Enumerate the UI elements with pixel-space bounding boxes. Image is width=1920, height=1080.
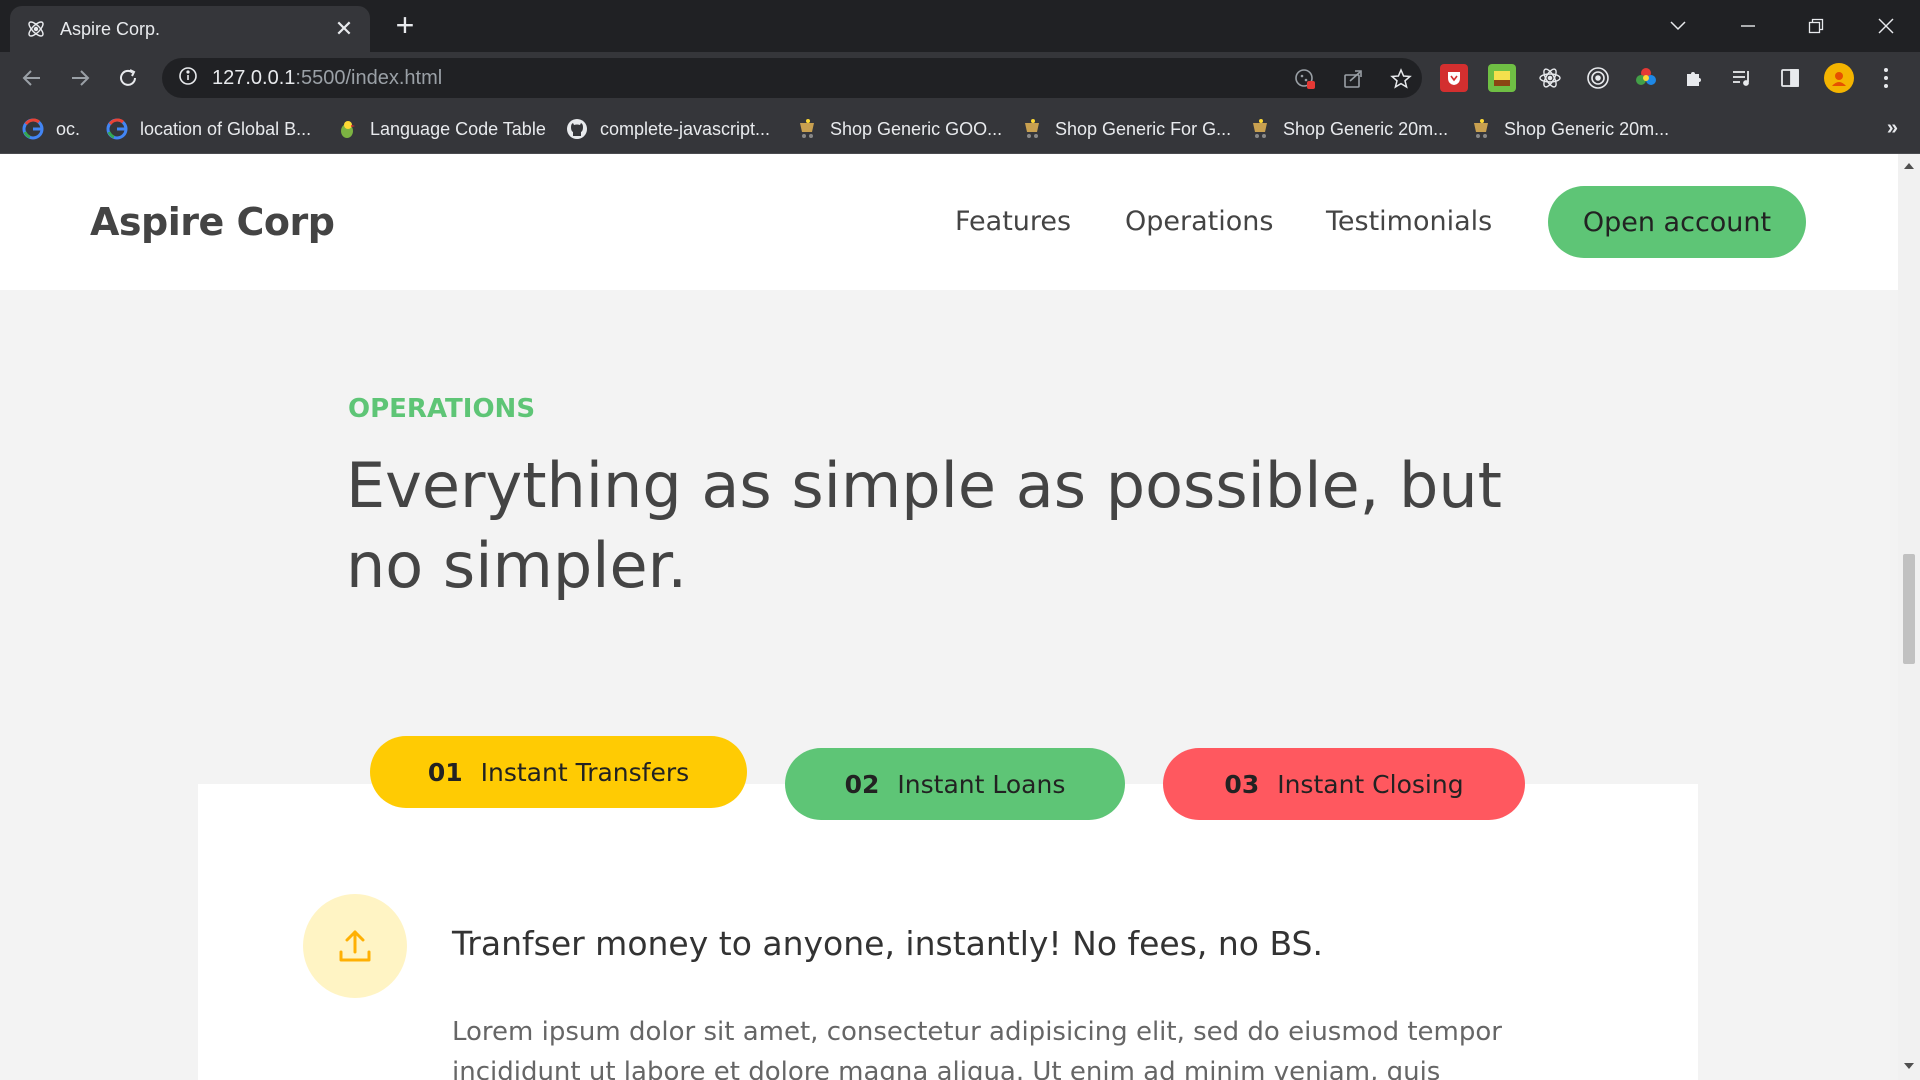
tab-search-icon[interactable] (1648, 8, 1708, 44)
share-icon[interactable] (1340, 66, 1366, 92)
tab-label: Instant Closing (1277, 769, 1464, 799)
more-bookmarks-icon[interactable]: » (1887, 117, 1898, 140)
url-text: 127.0.0.1:5500/index.html (212, 67, 442, 90)
tab-label: Instant Loans (897, 769, 1066, 799)
restore-icon[interactable] (1786, 8, 1846, 44)
page-scrollbar[interactable] (1898, 154, 1920, 1080)
new-tab-button[interactable]: + (390, 9, 420, 41)
bookmark-item[interactable]: oc. (22, 116, 80, 142)
back-arrow-icon[interactable] (16, 62, 48, 94)
tab-instant-transfers[interactable]: 01 Instant Transfers (370, 736, 747, 808)
bookmark-label: Language Code Table (370, 118, 546, 139)
scroll-down-arrow-icon[interactable] (1903, 1060, 1915, 1072)
bookmark-item[interactable]: Shop Generic For G... (1021, 116, 1231, 142)
upload-icon (303, 894, 407, 998)
close-tab-icon[interactable]: ✕ (332, 17, 356, 41)
bookmark-item[interactable]: Language Code Table (336, 116, 546, 142)
shop-icon (1021, 118, 1043, 140)
bookmark-star-icon[interactable] (1388, 66, 1414, 92)
profile-avatar[interactable] (1824, 63, 1854, 93)
side-panel-icon[interactable] (1776, 64, 1804, 92)
bookmark-item[interactable]: complete-javascript... (566, 116, 770, 142)
google-icon (22, 118, 44, 140)
parrot-icon (336, 118, 358, 140)
close-window-icon[interactable] (1856, 8, 1916, 44)
bookmark-label: Shop Generic 20m... (1504, 118, 1670, 139)
shop-icon (1470, 118, 1492, 140)
bookmark-item[interactable]: Shop Generic 20m... (1249, 116, 1448, 142)
open-account-button[interactable]: Open account (1548, 186, 1806, 258)
bookmark-item[interactable]: Shop Generic 20m... (1470, 116, 1669, 142)
forward-arrow-icon[interactable] (64, 62, 96, 94)
browser-titlebar: Aspire Corp. ✕ + (0, 0, 1920, 52)
bookmarks-bar: oc. location of Global B... Language Cod… (0, 104, 1920, 154)
bookmark-item[interactable]: Shop Generic GOO... (796, 116, 1002, 142)
github-icon (566, 118, 588, 140)
bookmark-label: Shop Generic GOO... (830, 118, 1003, 139)
target-icon[interactable] (1584, 64, 1612, 92)
page-viewport: Aspire Corp Features Operations Testimon… (0, 154, 1898, 1080)
nav-link-testimonials[interactable]: Testimonials (1326, 206, 1492, 237)
operation-body: Lorem ipsum dolor sit amet, consectetur … (452, 1017, 1502, 1080)
reload-icon[interactable] (112, 62, 144, 94)
extension-landscape-icon[interactable] (1488, 64, 1516, 92)
extensions-puzzle-icon[interactable] (1680, 64, 1708, 92)
operation-title: Tranfser money to anyone, instantly! No … (452, 924, 1323, 963)
url-host: 127.0.0.1 (212, 66, 296, 89)
bookmark-label: complete-javascript... (600, 118, 771, 139)
tab-label: Instant Transfers (480, 757, 690, 787)
tab-number: 01 (427, 757, 463, 787)
url-path: :5500/index.html (295, 66, 443, 89)
browser-toolbar: 127.0.0.1:5500/index.html (0, 52, 1920, 104)
menu-kebab-icon[interactable] (1872, 64, 1900, 92)
bookmark-label: location of Global B... (140, 118, 312, 139)
media-playlist-icon[interactable] (1728, 64, 1756, 92)
shop-icon (1249, 118, 1271, 140)
extension-shield-icon[interactable] (1440, 64, 1468, 92)
site-navigation: Aspire Corp Features Operations Testimon… (0, 154, 1898, 290)
bookmark-item[interactable]: location of Global B... (106, 116, 311, 142)
nav-link-operations[interactable]: Operations (1125, 206, 1273, 237)
bookmark-label: Shop Generic For G... (1055, 118, 1232, 139)
address-bar[interactable]: 127.0.0.1:5500/index.html (162, 58, 1422, 98)
section-heading: Everything as simple as possible, but no… (346, 449, 1502, 602)
scrollbar-thumb[interactable] (1903, 554, 1915, 664)
browser-tab[interactable]: Aspire Corp. ✕ (10, 6, 370, 52)
tab-instant-closing[interactable]: 03 Instant Closing (1163, 748, 1525, 820)
cookie-blocked-icon[interactable] (1292, 66, 1318, 92)
tab-number: 02 (844, 769, 880, 799)
google-icon (106, 118, 128, 140)
nav-link-features[interactable]: Features (955, 206, 1071, 237)
section-label: OPERATIONS (348, 394, 536, 424)
react-devtools-icon[interactable] (1536, 64, 1564, 92)
bookmark-label: Shop Generic 20m... (1283, 118, 1449, 139)
bookmark-label: oc. (56, 118, 81, 139)
tab-instant-loans[interactable]: 02 Instant Loans (785, 748, 1125, 820)
site-logo[interactable]: Aspire Corp (90, 200, 335, 244)
info-icon[interactable] (178, 66, 198, 91)
shop-icon (796, 118, 818, 140)
tab-number: 03 (1224, 769, 1260, 799)
atom-icon (24, 17, 48, 41)
minimize-icon[interactable] (1718, 8, 1778, 44)
color-picker-icon[interactable] (1632, 64, 1660, 92)
tab-title: Aspire Corp. (60, 18, 161, 39)
scroll-up-arrow-icon[interactable] (1903, 160, 1915, 172)
